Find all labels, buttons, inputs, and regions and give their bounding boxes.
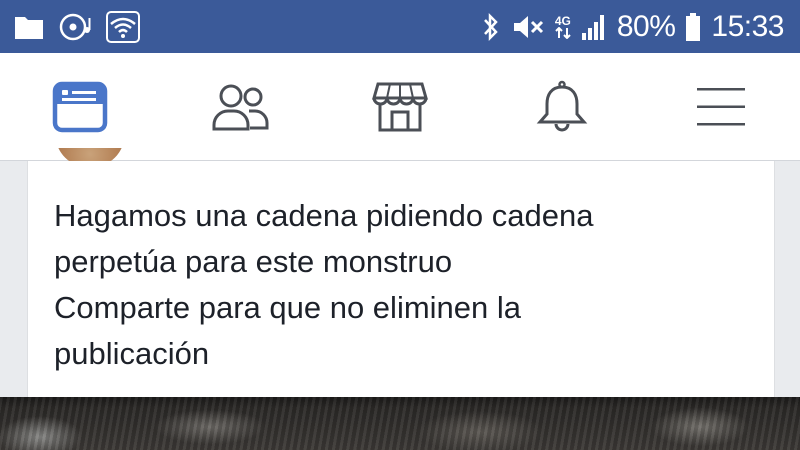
nav-news-feed[interactable]: [50, 79, 110, 135]
network-type-label: 4G: [554, 14, 571, 28]
post-photo[interactable]: [0, 397, 800, 450]
friends-icon: [211, 81, 271, 133]
nav-bar: [0, 53, 800, 161]
network-4g-icon: 4G: [555, 15, 571, 39]
notifications-icon: [536, 80, 588, 134]
media-icon: [58, 12, 92, 42]
folder-icon: [14, 14, 44, 40]
mute-icon: [511, 13, 545, 41]
post-text-line: Hagamos una cadena pidiendo cadena: [54, 198, 594, 233]
bluetooth-icon: [481, 12, 501, 42]
nav-notifications[interactable]: [532, 79, 592, 135]
post-text-line: publicación: [54, 336, 210, 371]
battery-icon: [685, 12, 701, 42]
menu-icon: [695, 85, 747, 129]
signal-icon: [581, 13, 607, 41]
nav-marketplace[interactable]: [370, 79, 430, 135]
nav-friends[interactable]: [211, 79, 271, 135]
nav-menu[interactable]: [691, 79, 751, 135]
marketplace-icon: [372, 80, 428, 134]
status-bar: 4G 80% 15:33: [0, 0, 800, 53]
battery-percent: 80%: [616, 10, 676, 43]
clock: 15:33: [711, 10, 784, 43]
post-text: Hagamos una cadena pidiendo cadena perpe…: [54, 193, 754, 377]
post-text-line: Comparte para que no eliminen la: [54, 290, 521, 325]
post-text-line: perpetúa para este monstruo: [54, 244, 453, 279]
wifi-icon: [106, 11, 140, 43]
news-feed-icon: [52, 81, 108, 133]
